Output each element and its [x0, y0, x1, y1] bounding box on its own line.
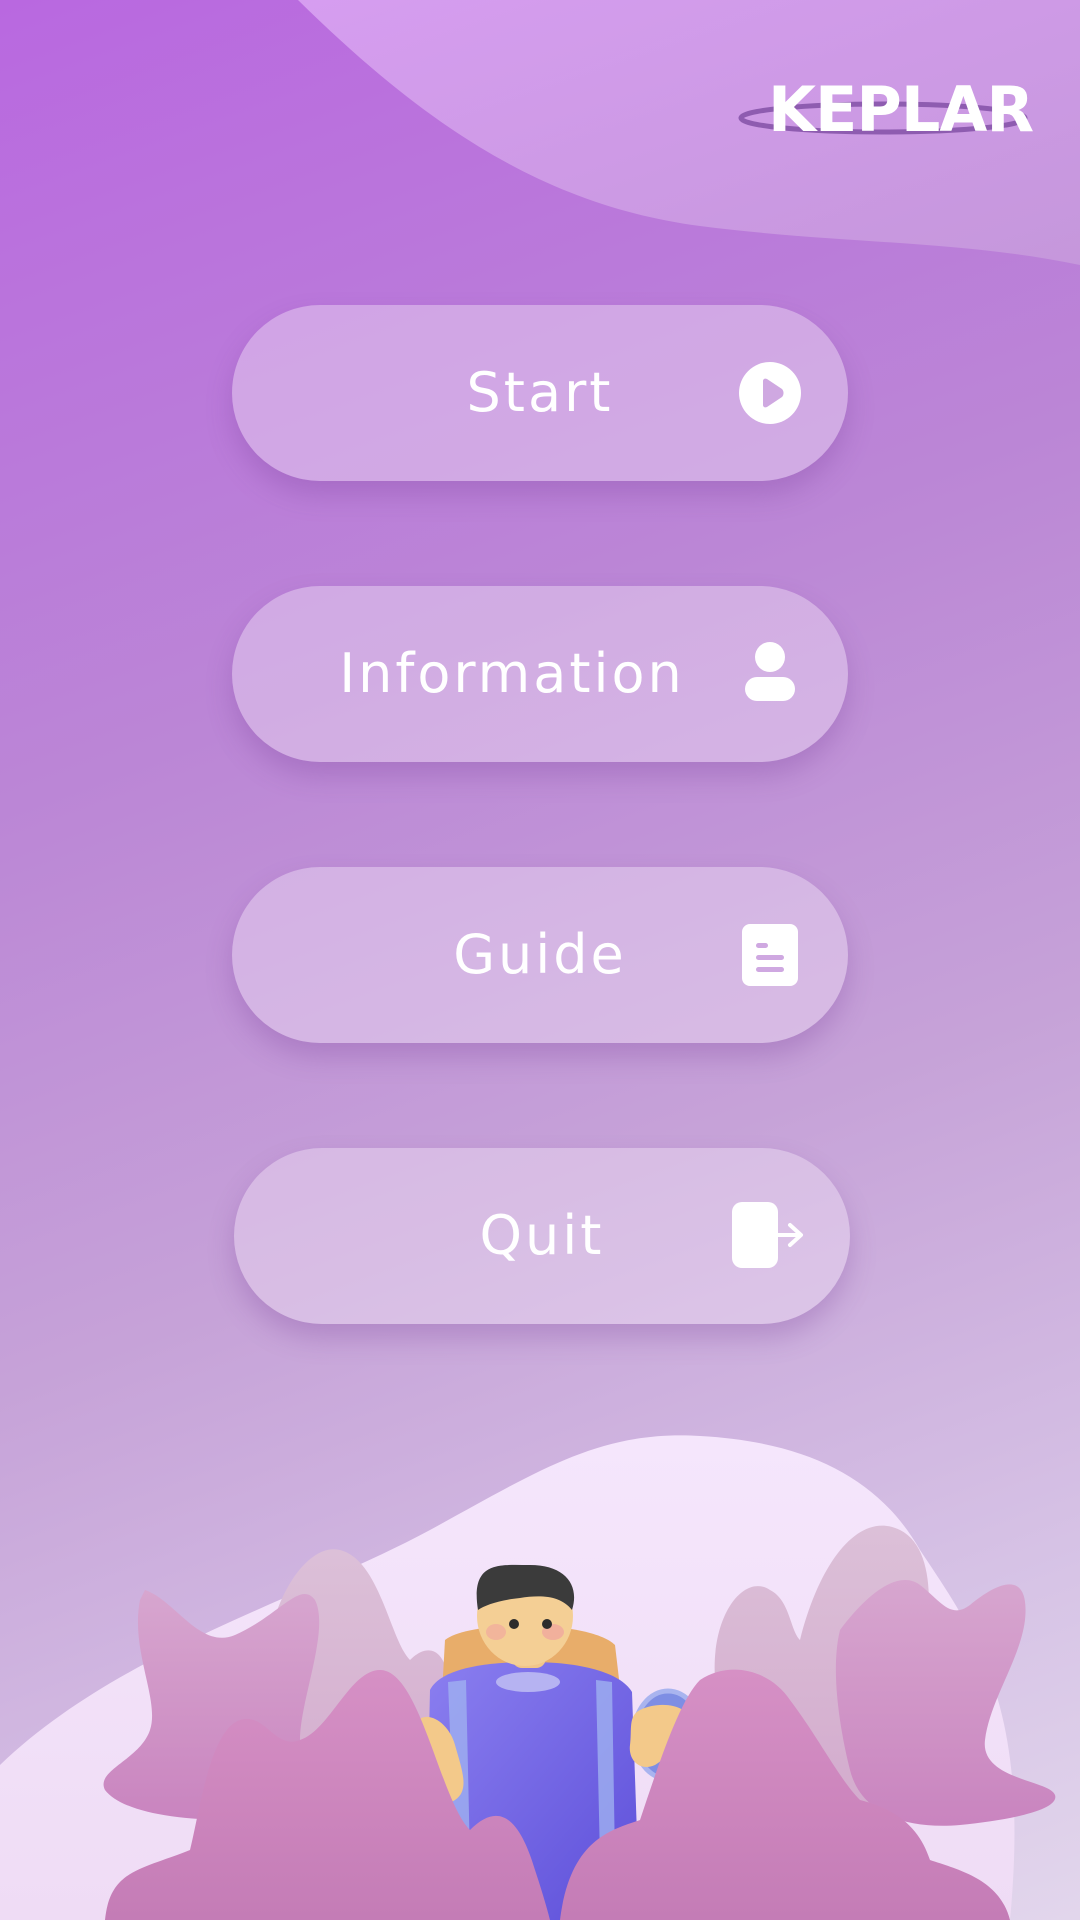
- main-menu-screen: KEPLAR Start Information Guide Quit: [0, 0, 1080, 1920]
- play-circle-icon: [739, 362, 801, 424]
- document-icon: [742, 924, 798, 986]
- user-icon: [745, 642, 795, 701]
- plant-right: [835, 1580, 1056, 1826]
- information-button-label: Information: [339, 642, 685, 705]
- quit-button[interactable]: Quit: [234, 1148, 850, 1324]
- information-button[interactable]: Information: [232, 586, 848, 762]
- logo-text: KEPLAR: [768, 73, 1034, 146]
- character-collar: [496, 1672, 560, 1692]
- explorer-illustration: [103, 1525, 1056, 1920]
- start-button[interactable]: Start: [232, 305, 848, 481]
- keplar-logo: KEPLAR: [738, 72, 1034, 152]
- guide-button[interactable]: Guide: [232, 867, 848, 1043]
- exit-door-icon: [732, 1202, 803, 1268]
